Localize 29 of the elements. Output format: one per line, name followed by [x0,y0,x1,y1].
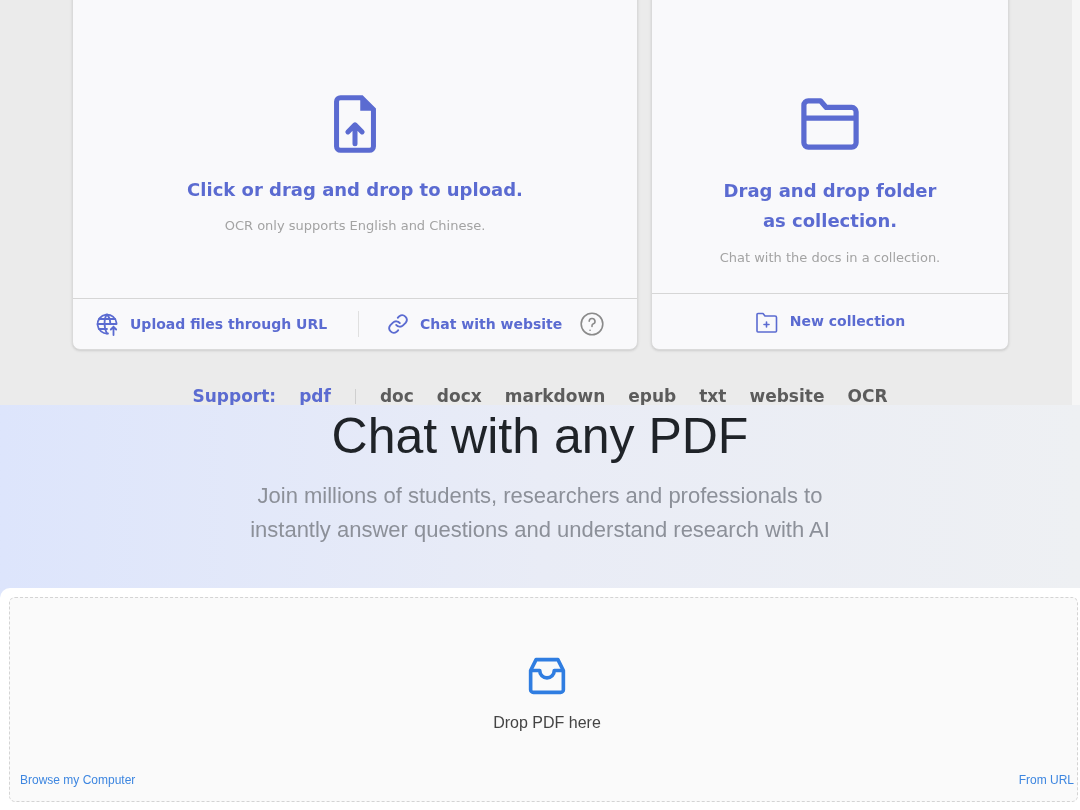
hero-title: Chat with any PDF [331,411,749,461]
collection-heading: Drag and drop folder as collection. [723,179,937,233]
chat-website-button[interactable]: Chat with website [387,313,563,335]
format-label: OCR [847,386,888,405]
folder-icon [801,95,859,153]
format-label: docx [436,386,482,405]
collection-card[interactable]: Drag and drop folder as collection. Chat with the docs in a collection. New collection [651,0,1009,350]
collection-note: Chat with the docs in a collection. [719,249,941,267]
format-label: doc [379,386,414,405]
hero-subtitle: Join millions of students, researchers and professionals to instantly answer questions and understand research with AI [249,482,831,544]
globe-upload-icon [95,312,119,336]
upload-heading: Click or drag and drop to upload. [187,178,523,202]
help-icon[interactable] [580,312,605,336]
drop-prompt: Drop PDF here [493,713,601,733]
link-icon [387,313,409,335]
format-label: markdown [504,386,606,405]
upload-card[interactable]: Click or drag and drop to upload. OCR only supports English and Chinese. Upload files through URL Chat with website [72,0,638,350]
browse-computer-link[interactable]: Browse my Computer [20,772,136,788]
support-label: Support: [192,386,277,405]
inbox-icon [527,656,567,696]
pdf-dropzone[interactable]: Drop PDF here Browse my Computer From URL [9,597,1078,802]
upload-url-button[interactable]: Upload files through URL [95,312,328,336]
format-label: epub [628,386,677,405]
format-label: pdf [299,386,331,405]
from-url-link[interactable]: From URL [1018,772,1074,788]
format-label: website [749,386,825,405]
new-collection-button[interactable]: New collection [754,309,906,334]
ocr-note: OCR only supports English and Chinese. [224,217,486,235]
format-label: txt [699,386,727,405]
